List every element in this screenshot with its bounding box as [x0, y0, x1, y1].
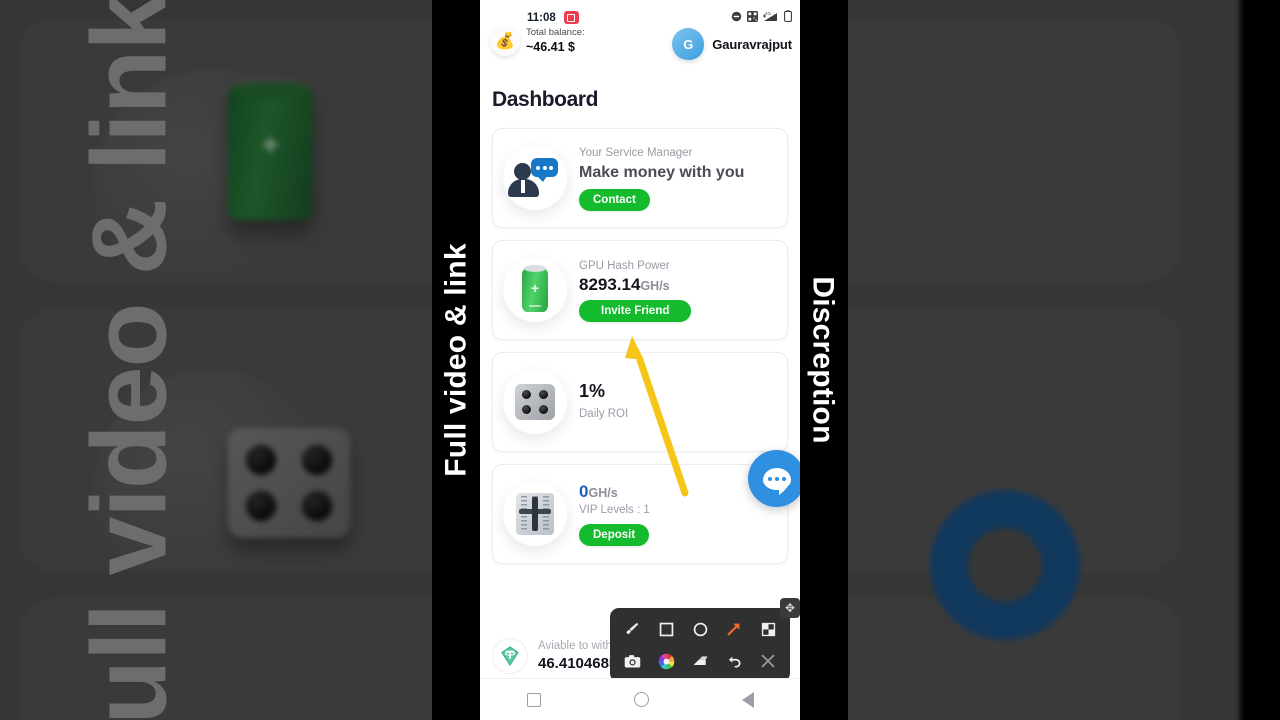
floating-chat-button[interactable]	[748, 450, 800, 507]
invite-friend-button[interactable]: Invite Friend	[579, 299, 692, 322]
home-circle-icon[interactable]	[633, 692, 649, 707]
screenshot-editor-toolbar[interactable]: ✥	[610, 598, 800, 682]
arrow-icon[interactable]	[718, 616, 750, 642]
contact-button[interactable]: Contact	[579, 189, 650, 212]
camera-icon[interactable]	[616, 648, 648, 674]
icon-pod	[503, 258, 567, 322]
bg-battery-icon	[228, 79, 313, 220]
gpu-hash-power-unit: GH/s	[640, 278, 670, 293]
avatar: G	[672, 28, 705, 60]
deposit-button[interactable]: Deposit	[579, 523, 650, 546]
back-triangle-icon[interactable]	[741, 691, 754, 708]
battery-icon	[784, 10, 792, 22]
account-name: Gauravrajput	[712, 36, 792, 52]
svg-text:4G: 4G	[765, 11, 772, 16]
dashboard-card-list: Your Service Manager Make money with you…	[480, 128, 800, 564]
usdt-tether-icon	[492, 638, 528, 675]
card-vip-level[interactable]: 0GH/s VIP Levels : 1 Deposit	[492, 464, 788, 564]
phone-screen: 11:08 4G 💰 Total balance: ~46.41 $ G Gau…	[480, 0, 800, 720]
background-blur-left: Full video & link	[0, 0, 480, 720]
strip-left-text: Full video & link	[440, 243, 473, 477]
recents-square-icon[interactable]	[526, 692, 541, 707]
money-bag-icon: 💰	[490, 26, 520, 56]
status-time: 11:08	[527, 12, 556, 24]
strip-label-right: Discreption	[798, 0, 848, 720]
square-icon[interactable]	[650, 616, 682, 642]
background-blur-right: Discreption	[800, 0, 1280, 720]
strip-label-left: Full video & link	[432, 0, 482, 720]
color-wheel-icon[interactable]	[650, 648, 682, 674]
slider-icon	[516, 493, 554, 535]
daily-roi-value: 1%	[579, 381, 606, 402]
gpu-hash-power-label: GPU Hash Power	[579, 260, 670, 273]
total-balance-widget[interactable]: 💰 Total balance: ~46.41 $	[490, 26, 585, 56]
mosaic-icon[interactable]	[752, 616, 784, 642]
service-manager-subtitle: Your Service Manager	[579, 146, 693, 159]
android-nav-bar	[480, 678, 800, 720]
page-title: Dashboard	[492, 88, 599, 111]
icon-pod	[503, 482, 567, 546]
bg-chat-fab-icon	[930, 490, 1080, 640]
bg-dice-icon	[228, 428, 350, 538]
card-service-manager[interactable]: Your Service Manager Make money with you…	[492, 128, 788, 228]
screen-record-icon	[564, 11, 579, 24]
dice-icon	[515, 384, 555, 420]
qr-code-icon	[747, 10, 758, 22]
close-icon[interactable]	[752, 648, 784, 674]
vip-level-label: VIP Levels : 1	[579, 504, 650, 517]
balance-label: Total balance:	[526, 26, 585, 38]
card-gpu-hash-power[interactable]: GPU Hash Power 8293.14GH/s Invite Friend	[492, 240, 788, 340]
signal-4g-icon: 4G	[763, 10, 779, 22]
vip-hash-unit: GH/s	[588, 486, 618, 501]
strip-right-text: Discreption	[807, 276, 841, 444]
battery-icon	[522, 265, 548, 312]
eraser-icon[interactable]	[684, 648, 716, 674]
card-daily-roi[interactable]: 1% Daily ROI	[492, 352, 788, 452]
circle-icon[interactable]	[684, 616, 716, 642]
balance-value: ~46.41 $	[526, 39, 576, 54]
account-chip[interactable]: G Gauravrajput	[672, 28, 792, 60]
move-handle-icon[interactable]: ✥	[780, 598, 800, 618]
screenshot-root: Full video & link Discreption Full video…	[0, 0, 1280, 720]
daily-roi-label: Daily ROI	[579, 408, 629, 421]
icon-pod	[503, 370, 567, 434]
status-icons: 4G	[731, 10, 792, 22]
undo-icon[interactable]	[718, 648, 750, 674]
service-manager-title: Make money with you	[579, 164, 745, 182]
service-manager-icon	[508, 158, 558, 198]
status-bar: 11:08 4G 💰 Total balance: ~46.41 $ G Gau…	[480, 0, 800, 66]
icon-pod	[503, 146, 567, 210]
gpu-hash-power-value: 8293.14	[579, 274, 641, 294]
watermark-left-giant: Full video & link	[70, 0, 189, 720]
do-not-disturb-icon	[731, 11, 742, 22]
chat-bubble-icon	[762, 467, 791, 495]
brush-icon[interactable]	[616, 616, 648, 642]
